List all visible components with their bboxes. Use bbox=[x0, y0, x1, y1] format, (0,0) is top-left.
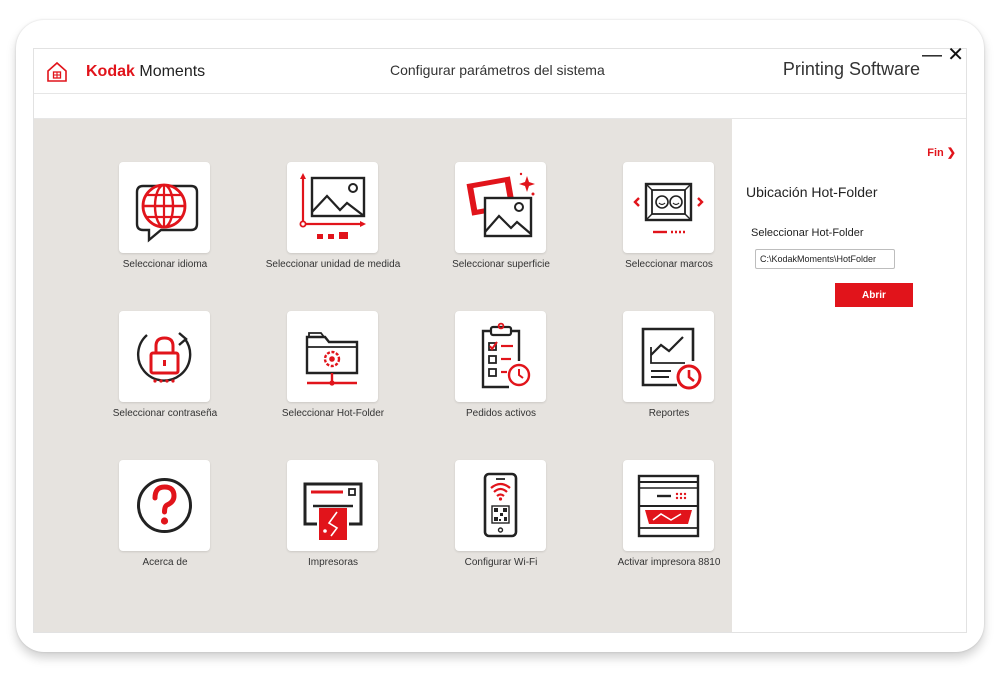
clipboard-checklist-icon bbox=[481, 322, 531, 389]
tile-button[interactable] bbox=[455, 311, 546, 402]
photos-surface-icon bbox=[466, 172, 535, 238]
tile-activar-impresora-8810[interactable]: Activar impresora 8810 bbox=[585, 460, 753, 580]
tile-impresoras[interactable]: Impresoras bbox=[249, 460, 417, 580]
padlock-icon bbox=[136, 332, 192, 383]
tile-label[interactable]: Seleccionar superficie bbox=[417, 259, 585, 270]
settings-grid: Seleccionar idioma Seleccionar unidad de… bbox=[34, 119, 732, 632]
tile-button[interactable] bbox=[287, 311, 378, 402]
tile-configurar-wi-fi[interactable]: Configurar Wi-Fi bbox=[417, 460, 585, 580]
tile-button[interactable] bbox=[623, 460, 714, 551]
product-title: Printing Software bbox=[782, 59, 920, 79]
tile-label[interactable]: Seleccionar Hot-Folder bbox=[249, 408, 417, 419]
tile-button[interactable] bbox=[287, 162, 378, 253]
tile-label[interactable]: Activar impresora 8810 bbox=[585, 557, 753, 568]
hot-folder-panel: Fin ❯ Ubicación Hot-Folder Seleccionar H… bbox=[733, 119, 966, 632]
tile-button[interactable] bbox=[623, 162, 714, 253]
home-icon[interactable] bbox=[46, 61, 68, 83]
brand-logo: Kodak Moments bbox=[86, 61, 205, 83]
tile-button[interactable] bbox=[455, 162, 546, 253]
tile-button[interactable] bbox=[119, 162, 210, 253]
printer-icon bbox=[303, 482, 363, 540]
tile-button[interactable] bbox=[287, 460, 378, 551]
tile-acerca-de[interactable]: Acerca de bbox=[81, 460, 249, 580]
brand-kodak: Kodak bbox=[86, 63, 135, 80]
close-button[interactable]: ✕ bbox=[947, 43, 964, 67]
tile-button[interactable] bbox=[623, 311, 714, 402]
page-title: Configurar parámetros del sistema bbox=[390, 62, 605, 78]
hot-folder-path-input[interactable] bbox=[755, 249, 895, 269]
tile-reportes[interactable]: Reportes bbox=[585, 311, 753, 431]
printer-8810-icon bbox=[637, 474, 700, 538]
tile-seleccionar-contrasena[interactable]: Seleccionar contraseña bbox=[81, 311, 249, 431]
tile-button[interactable] bbox=[455, 460, 546, 551]
tile-seleccionar-superficie[interactable]: Seleccionar superficie bbox=[417, 162, 585, 282]
frame-icon bbox=[633, 182, 704, 234]
tile-label[interactable]: Seleccionar contraseña bbox=[81, 408, 249, 419]
tile-seleccionar-marcos[interactable]: Seleccionar marcos bbox=[585, 162, 753, 282]
tile-button[interactable] bbox=[119, 460, 210, 551]
tile-label[interactable]: Impresoras bbox=[249, 557, 417, 568]
phone-wifi-icon bbox=[483, 472, 518, 538]
panel-title: Ubicación Hot-Folder bbox=[746, 184, 878, 200]
tile-seleccionar-hot-folder[interactable]: Seleccionar Hot-Folder bbox=[249, 311, 417, 431]
tile-label[interactable]: Seleccionar idioma bbox=[81, 259, 249, 270]
report-chart-icon bbox=[641, 327, 702, 390]
minimize-button[interactable]: — bbox=[922, 43, 942, 67]
image-measure-icon bbox=[299, 173, 366, 239]
tile-seleccionar-unidad-de-medida[interactable]: Seleccionar unidad de medida bbox=[249, 162, 417, 282]
sub-toolbar bbox=[34, 94, 966, 119]
tile-label[interactable]: Acerca de bbox=[81, 557, 249, 568]
tile-label[interactable]: Reportes bbox=[585, 408, 753, 419]
tile-seleccionar-idioma[interactable]: Seleccionar idioma bbox=[81, 162, 249, 282]
tile-button[interactable] bbox=[119, 311, 210, 402]
globe-chat-icon bbox=[135, 183, 199, 243]
network-folder-icon bbox=[305, 332, 359, 386]
brand-moments: Moments bbox=[139, 63, 206, 80]
title-bar: Kodak Moments Configurar parámetros del … bbox=[34, 44, 966, 94]
tile-label[interactable]: Seleccionar marcos bbox=[585, 259, 753, 270]
tile-pedidos-activos[interactable]: Pedidos activos bbox=[417, 311, 585, 431]
question-icon bbox=[137, 478, 192, 533]
fin-link[interactable]: Fin ❯ bbox=[927, 146, 956, 159]
app-window: Kodak Moments Configurar parámetros del … bbox=[33, 44, 967, 633]
hot-folder-field-label: Seleccionar Hot-Folder bbox=[751, 227, 864, 239]
tile-label[interactable]: Pedidos activos bbox=[417, 408, 585, 419]
tile-label[interactable]: Seleccionar unidad de medida bbox=[249, 259, 417, 270]
tile-label[interactable]: Configurar Wi-Fi bbox=[417, 557, 585, 568]
open-button[interactable]: Abrir bbox=[835, 283, 913, 307]
